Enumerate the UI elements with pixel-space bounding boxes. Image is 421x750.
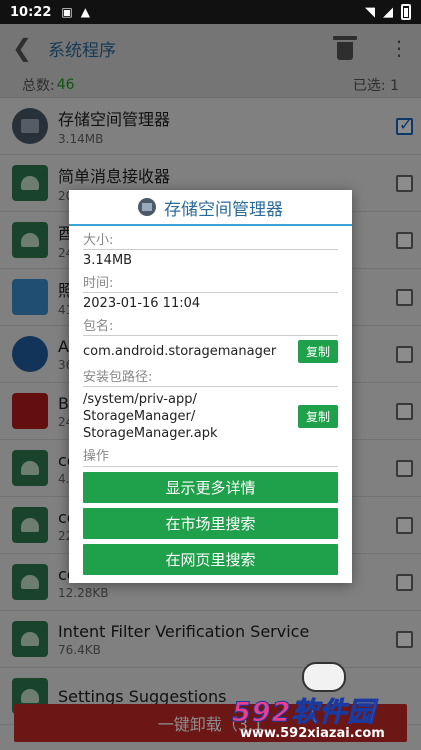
path-row: /system/priv-app/ StorageManager/ Storag… bbox=[83, 386, 338, 442]
wifi-icon: ◥ bbox=[365, 4, 375, 20]
copy-path-button[interactable]: 复制 bbox=[297, 405, 338, 428]
path-line: /system/priv-app/ bbox=[83, 392, 197, 407]
a-icon: ▣ bbox=[61, 5, 73, 19]
size-value: 3.14MB bbox=[83, 249, 338, 269]
dialog-header: 存储空间管理器 bbox=[69, 190, 352, 226]
copy-package-button[interactable]: 复制 bbox=[297, 340, 338, 363]
warning-icon: ▲ bbox=[80, 5, 90, 19]
package-value: com.android.storagemanager bbox=[83, 344, 277, 359]
time-label: 时间: bbox=[83, 276, 114, 291]
path-line: StorageManager.apk bbox=[83, 426, 218, 441]
status-right: ◥ ◢ bbox=[365, 4, 411, 20]
watermark-url: www.592xiazai.com bbox=[240, 726, 385, 741]
dialog-body: 大小: 3.14MB 时间: 2023-01-16 11:04 包名: com.… bbox=[69, 233, 352, 575]
gamepad-icon bbox=[302, 662, 346, 692]
signal-icon: ◢ bbox=[383, 4, 393, 20]
path-value: /system/priv-app/ StorageManager/ Storag… bbox=[83, 391, 298, 442]
path-line: StorageManager/ bbox=[83, 409, 196, 424]
logo-text: 软件园 bbox=[291, 697, 376, 729]
app-info-dialog: 存储空间管理器 大小: 3.14MB 时间: 2023-01-16 11:04 … bbox=[69, 190, 352, 583]
battery-icon bbox=[401, 4, 411, 20]
dialog-title: 存储空间管理器 bbox=[164, 199, 283, 220]
path-label: 安装包路径: bbox=[83, 370, 153, 385]
search-market-button[interactable]: 在市场里搜索 bbox=[83, 508, 338, 539]
storage-icon bbox=[138, 198, 156, 216]
package-label: 包名: bbox=[83, 319, 114, 334]
logo-number: 592 bbox=[231, 697, 292, 729]
actions-label: 操作 bbox=[83, 449, 110, 464]
size-label: 大小: bbox=[83, 233, 114, 248]
divider bbox=[83, 466, 338, 467]
time-value: 2023-01-16 11:04 bbox=[83, 292, 338, 312]
show-details-button[interactable]: 显示更多详情 bbox=[83, 472, 338, 503]
watermark: 592软件园 www.592xiazai.com bbox=[231, 662, 421, 750]
watermark-logo: 592软件园 bbox=[231, 690, 421, 729]
package-row: com.android.storagemanager 复制 bbox=[83, 335, 338, 363]
search-web-button[interactable]: 在网页里搜索 bbox=[83, 544, 338, 575]
status-time: 10:22 bbox=[10, 4, 52, 20]
status-bar: 10:22 ▣ ▲ ◥ ◢ bbox=[0, 0, 421, 24]
